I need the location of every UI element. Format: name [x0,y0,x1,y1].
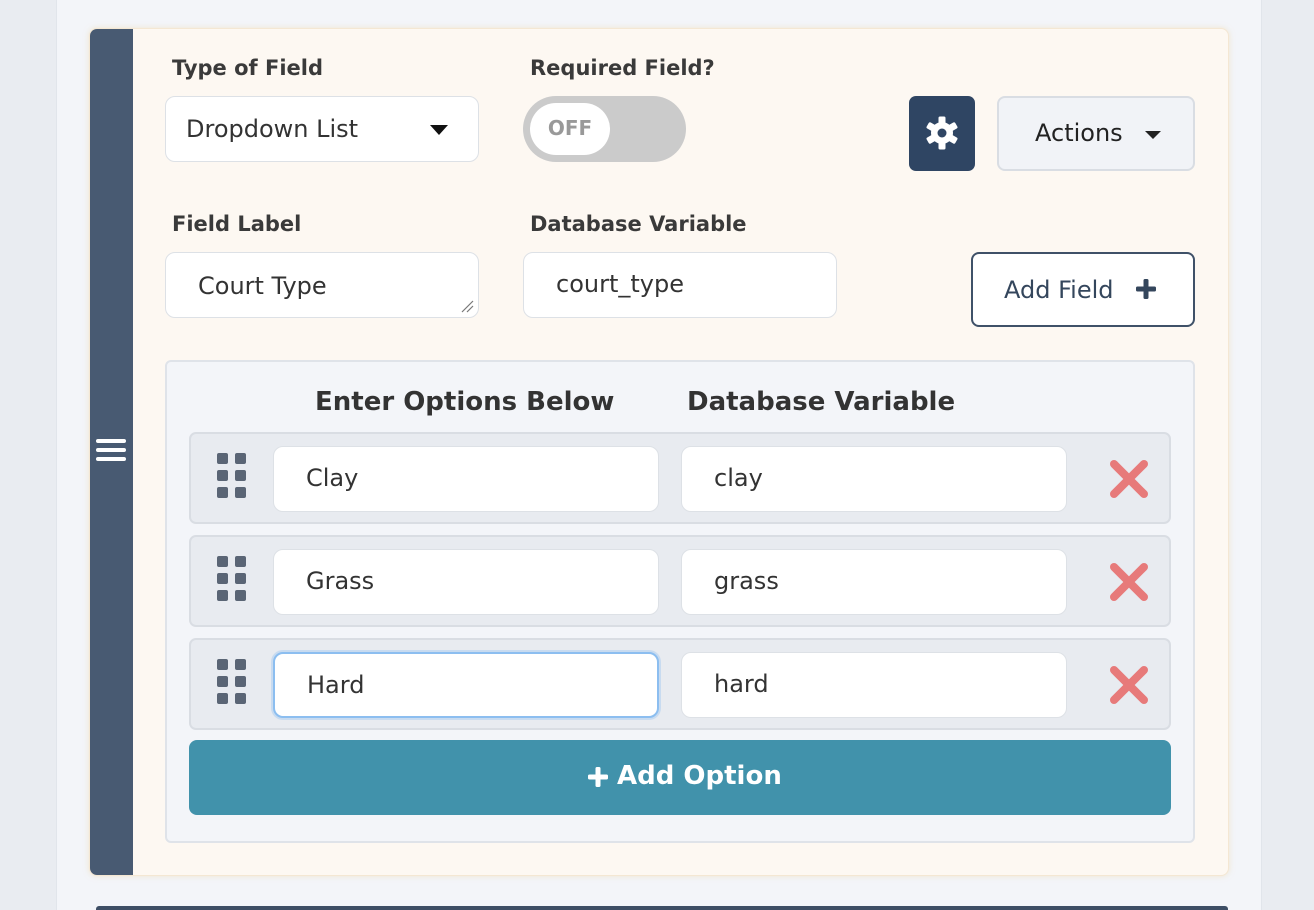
actions-dropdown-button[interactable]: Actions [997,96,1195,171]
hamburger-icon [96,439,126,465]
option-variable-input[interactable]: clay [681,446,1067,512]
required-field-label: Required Field? [530,56,715,80]
option-name-input[interactable]: Hard [273,652,659,718]
remove-x-icon[interactable] [1109,459,1149,499]
type-of-field-label: Type of Field [172,56,323,80]
database-variable-input[interactable]: court_type [523,252,837,318]
add-field-button[interactable]: Add Field [971,252,1195,327]
add-field-label: Add Field [1004,276,1114,304]
field-label-label: Field Label [172,212,302,236]
option-variable-input[interactable]: grass [681,549,1067,615]
add-option-label: Add Option [617,761,782,791]
next-field-card [96,906,1228,910]
field-label-value: Court Type [198,272,327,300]
actions-label: Actions [1035,119,1123,147]
option-variable-column-header: Database Variable [687,387,956,417]
option-row: Grass grass [189,535,1171,627]
grip-icon[interactable] [217,453,247,498]
field-type-select[interactable]: Dropdown List [165,96,479,162]
database-variable-value: court_type [556,270,684,298]
add-option-button[interactable]: Add Option [189,740,1171,815]
gear-icon [926,116,958,150]
option-row: Hard hard [189,638,1171,730]
option-name-input[interactable]: Grass [273,549,659,615]
resize-handle-icon[interactable] [460,299,474,313]
caret-down-icon [430,125,448,135]
field-type-value: Dropdown List [186,115,359,143]
field-drag-handle[interactable] [90,29,133,875]
remove-x-icon[interactable] [1109,665,1149,705]
plus-icon [588,767,608,787]
toggle-knob: OFF [530,103,610,155]
required-toggle[interactable]: OFF [523,96,686,162]
remove-x-icon[interactable] [1109,562,1149,602]
grip-icon[interactable] [217,556,247,601]
caret-down-icon [1145,131,1161,139]
plus-icon [1136,279,1156,299]
option-name-input[interactable]: Clay [273,446,659,512]
grip-icon[interactable] [217,659,247,704]
database-variable-label: Database Variable [530,212,747,236]
option-variable-input[interactable]: hard [681,652,1067,718]
option-row: Clay clay [189,432,1171,524]
settings-button[interactable] [909,96,975,171]
field-label-input[interactable]: Court Type [165,252,479,318]
options-column-header: Enter Options Below [315,387,615,417]
